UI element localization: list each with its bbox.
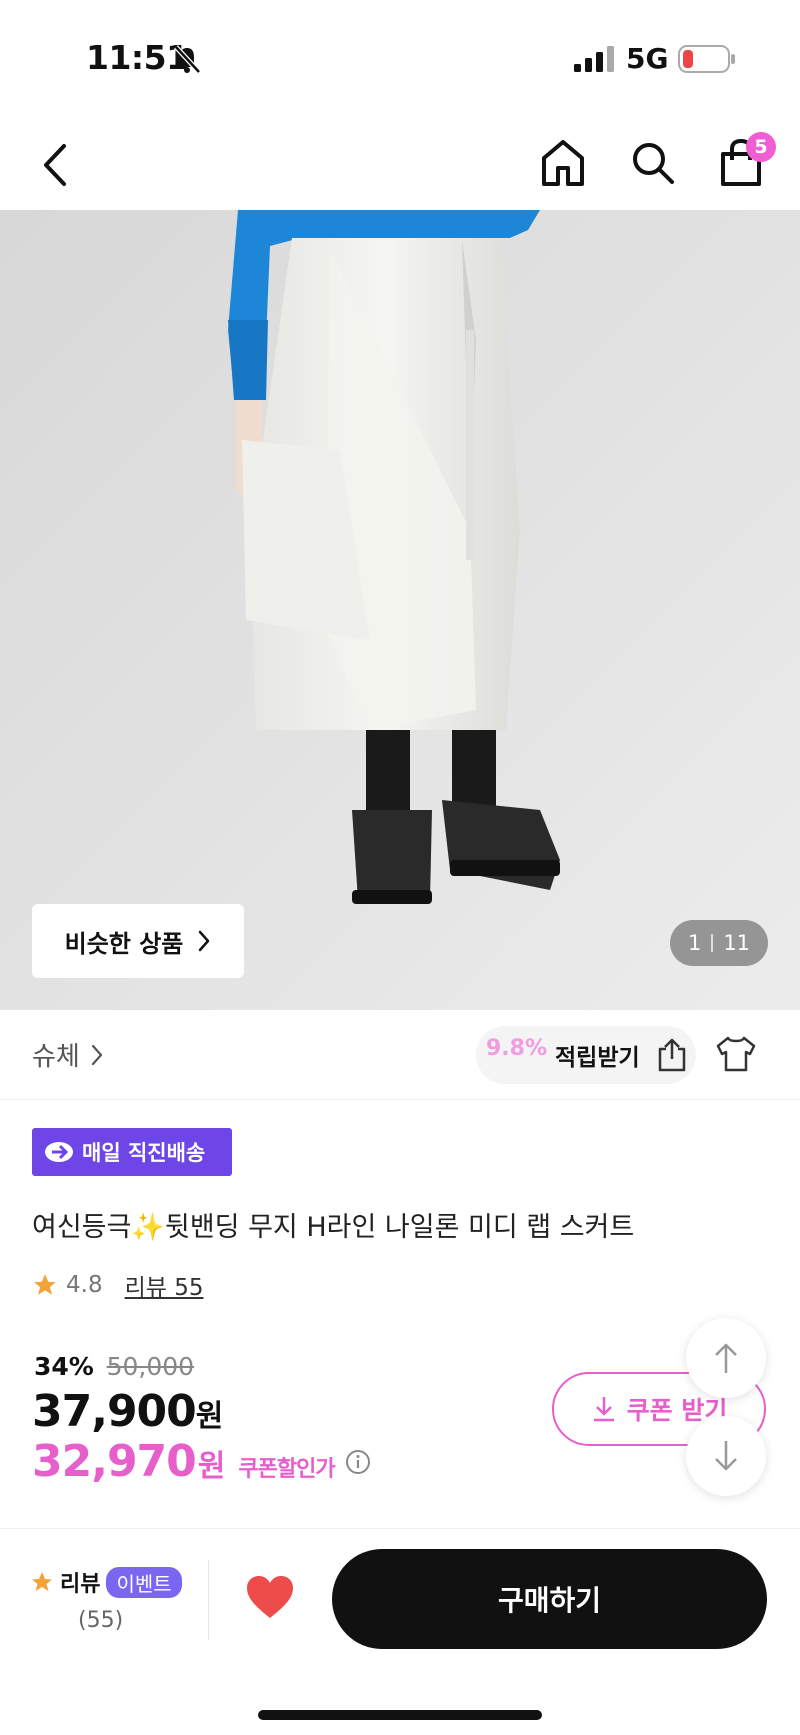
top-nav: 5 xyxy=(0,120,800,210)
brand-link[interactable]: 슈체 xyxy=(32,1036,104,1073)
arrow-down-icon xyxy=(715,1441,737,1471)
brand-name: 슈체 xyxy=(32,1042,80,1072)
pager-current: 1 xyxy=(687,931,702,955)
delivery-arrow-icon xyxy=(45,1142,73,1162)
rating-row: 4.8 리뷰 55 xyxy=(32,1268,203,1302)
heart-icon[interactable] xyxy=(245,1574,295,1620)
arrow-up-icon xyxy=(715,1343,737,1373)
product-title: 여신등극✨뒷밴딩 무지 H라인 나일론 미디 랩 스커트 xyxy=(32,1212,635,1243)
coupon-price-unit: 원 xyxy=(197,1449,226,1484)
reviews-link[interactable]: 리뷰 55 xyxy=(125,1268,204,1302)
section-divider xyxy=(0,1528,800,1529)
image-pager: 1 11 xyxy=(670,920,768,966)
star-icon xyxy=(34,1274,56,1295)
sale-price: 37,900원 xyxy=(32,1386,224,1437)
info-icon[interactable] xyxy=(345,1449,371,1475)
discount-rate: 34% xyxy=(34,1352,94,1381)
home-indicator xyxy=(258,1710,542,1720)
brand-row: 슈체 9.8% 적립받기 xyxy=(0,1010,800,1100)
scroll-down-button[interactable] xyxy=(686,1416,766,1496)
home-icon[interactable] xyxy=(540,138,586,188)
cart-count-badge: 5 xyxy=(746,132,776,162)
share-icon xyxy=(658,1038,685,1072)
bottom-review-count: (55) xyxy=(78,1608,124,1633)
original-price: 50,000 xyxy=(106,1352,195,1381)
buy-button[interactable]: 구매하기 xyxy=(332,1549,767,1649)
similar-products-label: 비슷한 상품 xyxy=(64,929,184,958)
search-icon[interactable] xyxy=(630,140,676,186)
network-type: 5G xyxy=(626,42,669,75)
pager-total: 11 xyxy=(723,931,751,955)
download-icon xyxy=(593,1397,614,1422)
back-icon[interactable] xyxy=(36,140,72,190)
product-photo xyxy=(0,210,800,1010)
scroll-up-button[interactable] xyxy=(686,1318,766,1398)
battery-icon xyxy=(678,45,735,73)
bottom-review-row: 리뷰 이벤트 xyxy=(30,1566,190,1598)
pager-separator xyxy=(711,934,714,952)
product-image-gallery[interactable]: 비슷한 상품 1 11 xyxy=(0,210,800,1010)
points-share-button[interactable]: 9.8% 적립받기 xyxy=(476,1026,696,1084)
status-bar: 11:51 5G xyxy=(0,0,800,110)
silent-bell-icon xyxy=(174,45,201,74)
event-badge: 이벤트 xyxy=(106,1566,182,1598)
similar-products-button[interactable]: 비슷한 상품 xyxy=(32,904,244,978)
chevron-right-icon xyxy=(199,930,210,952)
discount-line: 34% 50,000 xyxy=(34,1352,194,1381)
delivery-badge-label: 매일 직진배송 xyxy=(82,1141,206,1165)
price-unit: 원 xyxy=(195,1399,224,1434)
points-percent: 9.8% xyxy=(486,1035,548,1061)
star-icon xyxy=(32,1572,52,1591)
coupon-price-caption: 쿠폰할인가 xyxy=(238,1457,335,1482)
chevron-right-icon xyxy=(91,1044,102,1065)
coupon-price-value: 32,970 xyxy=(32,1436,197,1487)
delivery-badge: 매일 직진배송 xyxy=(32,1128,232,1176)
sale-price-value: 37,900 xyxy=(32,1386,197,1437)
bottom-divider xyxy=(208,1560,209,1640)
clothing-fit-icon[interactable] xyxy=(714,1034,758,1074)
rating-score: 4.8 xyxy=(66,1272,103,1298)
bottom-review-button[interactable]: 리뷰 이벤트 (55) xyxy=(30,1566,190,1633)
coupon-price: 32,970 원 쿠폰할인가 xyxy=(32,1436,371,1487)
bottom-review-label: 리뷰 xyxy=(60,1572,101,1597)
cellular-signal-icon xyxy=(574,46,614,72)
points-label: 적립받기 xyxy=(555,1045,640,1071)
